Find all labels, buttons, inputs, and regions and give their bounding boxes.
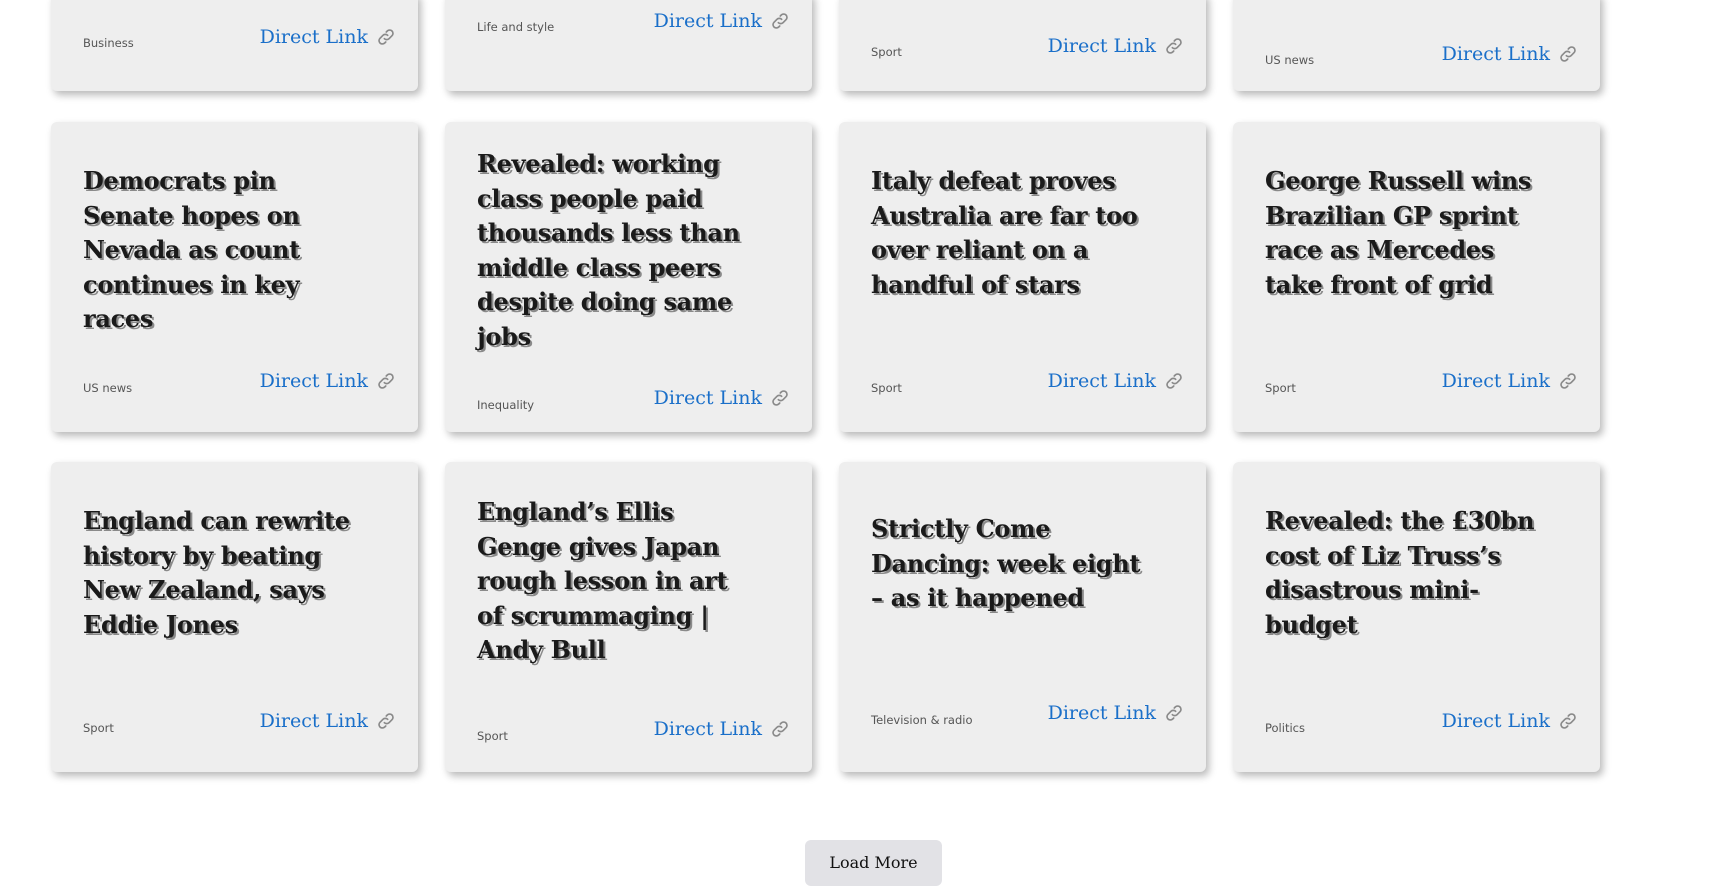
article-card: Revealed: working class people paid thou…	[445, 122, 812, 432]
article-category: Politics	[1265, 721, 1305, 735]
article-category: Life and style	[477, 20, 555, 34]
article-card: Life and style Direct Link	[445, 0, 812, 91]
article-title: England’s Ellis Genge gives Japan rough …	[477, 497, 728, 664]
article-title: Strictly Come Dancing: week eight – as i…	[871, 514, 1141, 612]
link-chain-icon	[770, 388, 790, 408]
article-card: Business Direct Link	[51, 0, 418, 91]
article-title: Italy defeat proves Australia are far to…	[871, 166, 1138, 299]
direct-link-label: Direct Link	[259, 710, 368, 732]
article-card: Democrats pin Senate hopes on Nevada as …	[51, 122, 418, 432]
article-category: Sport	[83, 721, 114, 735]
article-category: US news	[1265, 53, 1315, 67]
article-category: Inequality	[477, 398, 535, 412]
load-more-container: Load More	[0, 840, 1727, 886]
direct-link[interactable]: Direct Link	[1442, 43, 1578, 65]
direct-link-label: Direct Link	[653, 718, 762, 740]
direct-link[interactable]: Direct Link	[260, 710, 396, 732]
article-category: Television & radio	[871, 713, 973, 727]
article-category: Sport	[871, 45, 902, 59]
link-chain-icon	[770, 11, 790, 31]
article-title: George Russell wins Brazilian GP sprint …	[1265, 166, 1532, 299]
link-chain-icon	[770, 719, 790, 739]
direct-link-label: Direct Link	[259, 26, 368, 48]
direct-link[interactable]: Direct Link	[1048, 702, 1184, 724]
direct-link[interactable]: Direct Link	[1048, 370, 1184, 392]
article-card: George Russell wins Brazilian GP sprint …	[1233, 122, 1600, 432]
article-category: US news	[83, 381, 133, 395]
link-chain-icon	[376, 711, 396, 731]
article-category: Business	[83, 36, 134, 50]
article-card: Sport Direct Link	[839, 0, 1206, 91]
link-chain-icon	[1164, 371, 1184, 391]
article-title: Democrats pin Senate hopes on Nevada as …	[83, 166, 300, 333]
direct-link-label: Direct Link	[1047, 370, 1156, 392]
article-category: Sport	[477, 729, 508, 743]
link-chain-icon	[1558, 44, 1578, 64]
article-category: Sport	[1265, 381, 1296, 395]
article-grid: Business Direct Link Life and style Dire…	[51, 0, 1611, 91]
direct-link-label: Direct Link	[653, 387, 762, 409]
article-title: Revealed: working class people paid thou…	[477, 149, 740, 351]
article-grid-row: England can rewrite history by beating N…	[51, 462, 1611, 772]
article-grid-row: Democrats pin Senate hopes on Nevada as …	[51, 122, 1611, 432]
article-card: US news Direct Link	[1233, 0, 1600, 91]
direct-link-label: Direct Link	[1047, 35, 1156, 57]
article-card: England can rewrite history by beating N…	[51, 462, 418, 772]
direct-link[interactable]: Direct Link	[654, 10, 790, 32]
direct-link-label: Direct Link	[1441, 43, 1550, 65]
article-card: Italy defeat proves Australia are far to…	[839, 122, 1206, 432]
link-chain-icon	[1558, 711, 1578, 731]
article-card: England’s Ellis Genge gives Japan rough …	[445, 462, 812, 772]
direct-link[interactable]: Direct Link	[1442, 370, 1578, 392]
direct-link[interactable]: Direct Link	[1048, 35, 1184, 57]
direct-link-label: Direct Link	[1441, 710, 1550, 732]
link-chain-icon	[376, 371, 396, 391]
link-chain-icon	[1164, 703, 1184, 723]
direct-link[interactable]: Direct Link	[260, 370, 396, 392]
direct-link-label: Direct Link	[653, 10, 762, 32]
link-chain-icon	[376, 27, 396, 47]
direct-link[interactable]: Direct Link	[1442, 710, 1578, 732]
direct-link[interactable]: Direct Link	[654, 387, 790, 409]
article-card: Strictly Come Dancing: week eight – as i…	[839, 462, 1206, 772]
direct-link-label: Direct Link	[1047, 702, 1156, 724]
link-chain-icon	[1558, 371, 1578, 391]
link-chain-icon	[1164, 36, 1184, 56]
direct-link-label: Direct Link	[259, 370, 368, 392]
article-category: Sport	[871, 381, 902, 395]
direct-link[interactable]: Direct Link	[654, 718, 790, 740]
article-title: England can rewrite history by beating N…	[83, 506, 350, 639]
article-card: Revealed: the £30bn cost of Liz Truss’s …	[1233, 462, 1600, 772]
direct-link-label: Direct Link	[1441, 370, 1550, 392]
direct-link[interactable]: Direct Link	[260, 26, 396, 48]
article-title: Revealed: the £30bn cost of Liz Truss’s …	[1265, 506, 1535, 639]
load-more-button[interactable]: Load More	[805, 840, 942, 886]
